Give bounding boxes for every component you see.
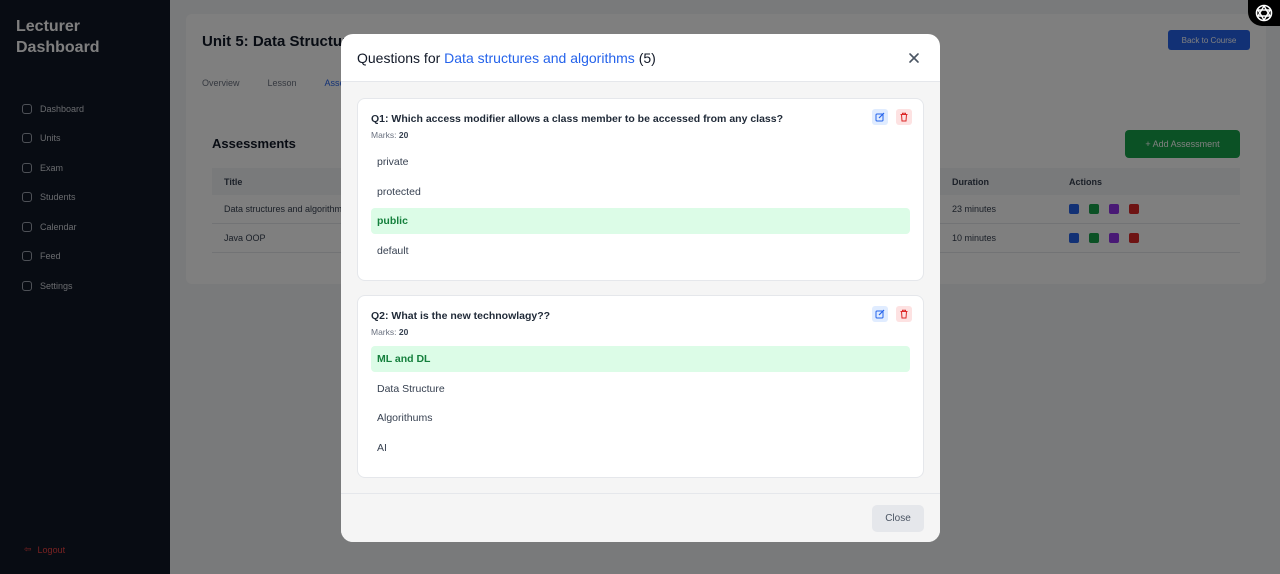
modal-body[interactable]: Q1: Which access modifier allows a class… — [341, 82, 940, 493]
delete-question-button[interactable] — [896, 306, 912, 322]
questions-modal: Questions for Data structures and algori… — [341, 34, 940, 542]
edit-question-button[interactable] — [872, 109, 888, 125]
question-actions — [872, 306, 912, 322]
close-modal-button[interactable] — [904, 48, 924, 68]
openai-icon — [1255, 4, 1273, 22]
trash-icon — [900, 112, 908, 122]
modal-title-count: (5) — [638, 49, 656, 66]
marks-label: Marks: — [371, 327, 397, 337]
close-icon — [909, 52, 919, 63]
option-item-correct: public — [371, 208, 910, 234]
edit-icon — [875, 309, 885, 319]
option-item: default — [377, 244, 409, 257]
question-card: Q1: Which access modifier allows a class… — [357, 98, 924, 281]
option-item-correct: ML and DL — [371, 346, 910, 372]
edit-icon — [875, 112, 885, 122]
assistant-launcher[interactable] — [1248, 0, 1280, 26]
modal-title: Questions for Data structures and algori… — [357, 50, 656, 66]
options-list: private protected public default — [371, 149, 910, 264]
trash-icon — [900, 309, 908, 319]
question-marks: Marks: 20 — [371, 327, 910, 337]
question-text: Q2: What is the new technowlagy?? — [371, 310, 551, 322]
option-item: private — [377, 156, 409, 168]
question-actions — [872, 109, 912, 125]
question-card: Q2: What is the new technowlagy?? Marks:… — [357, 295, 924, 478]
modal-header: Questions for Data structures and algori… — [341, 34, 940, 82]
marks-value: 20 — [398, 327, 409, 337]
modal-title-assessment: Data structures and algorithms — [444, 49, 635, 66]
question-marks: Marks: 20 — [371, 130, 910, 140]
option-item: protected — [377, 185, 421, 198]
option-item: AI — [377, 441, 387, 454]
option-item: Data Structure — [377, 382, 445, 395]
delete-question-button[interactable] — [896, 109, 912, 125]
modal-title-prefix: Questions for — [357, 49, 441, 66]
close-button[interactable]: Close — [872, 504, 924, 532]
modal-footer: Close — [341, 493, 940, 542]
marks-label: Marks: — [371, 130, 397, 140]
edit-question-button[interactable] — [872, 306, 888, 322]
option-item: Algorithums — [377, 412, 433, 424]
marks-value: 20 — [398, 130, 409, 140]
question-text: Q1: Which access modifier allows a class… — [371, 113, 784, 125]
options-list: ML and DL Data Structure Algorithums AI — [371, 346, 910, 461]
